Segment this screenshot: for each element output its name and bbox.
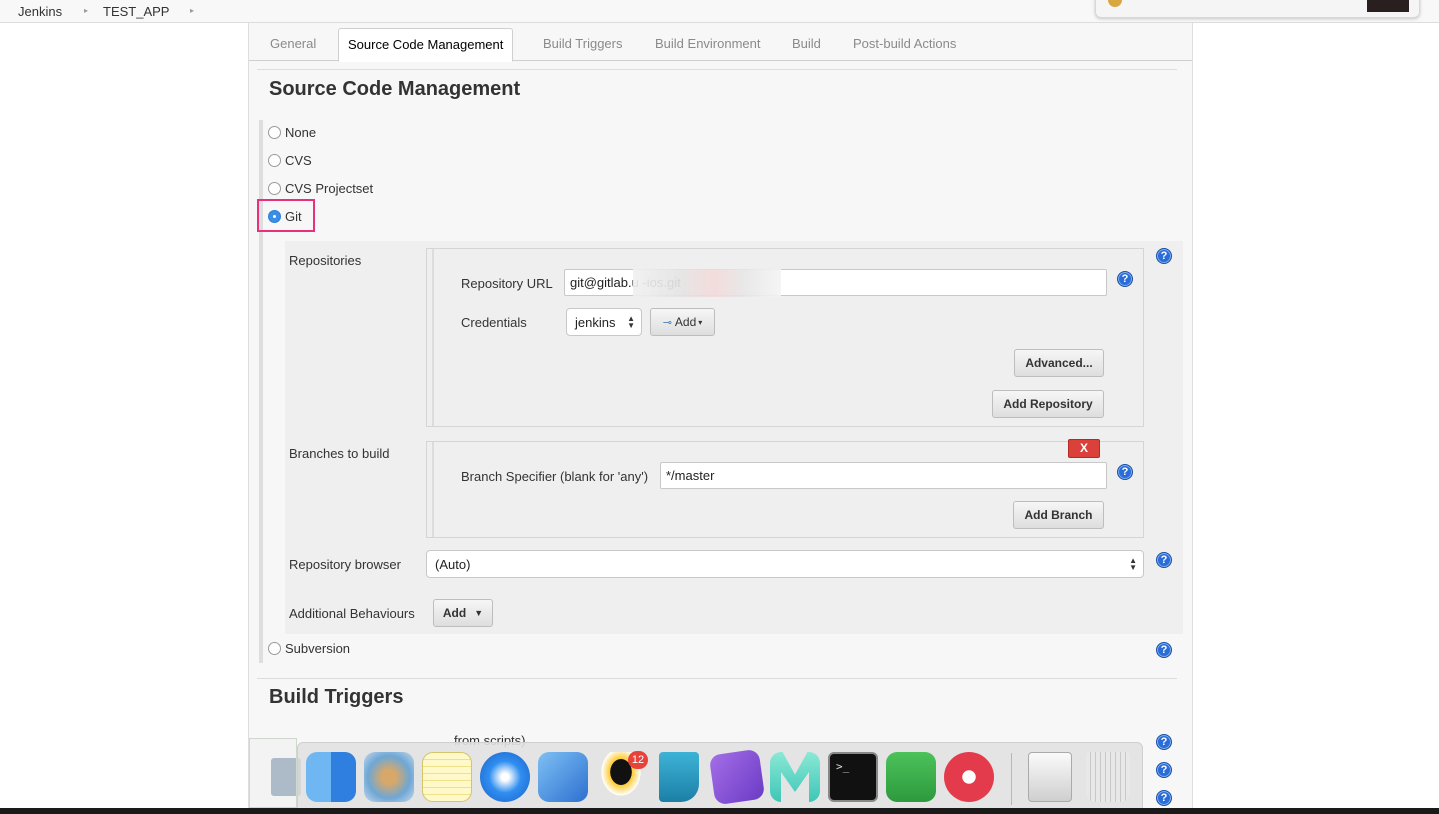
radio-label: None <box>285 124 317 140</box>
radio-none[interactable] <box>268 125 281 139</box>
m-app-icon[interactable] <box>770 752 820 802</box>
tab-general[interactable]: General <box>270 36 316 51</box>
redacted-url-part <box>633 269 781 297</box>
delete-branch-button[interactable]: X <box>1068 439 1100 458</box>
trash-icon[interactable] <box>1086 752 1130 802</box>
scm-option-none[interactable]: None <box>268 122 316 142</box>
section-divider <box>257 69 1177 70</box>
config-tabs: General Source Code Management Build Tri… <box>249 23 1192 62</box>
notification-thumbnail <box>1367 0 1409 12</box>
tab-build[interactable]: Build <box>792 36 821 51</box>
build-triggers-title: Build Triggers <box>269 686 404 708</box>
tab-post-build-actions[interactable]: Post-build Actions <box>853 36 956 51</box>
scm-section-title: Source Code Management <box>269 78 521 100</box>
credentials-value: jenkins <box>575 315 616 330</box>
dropdown-caret-icon: ▾ <box>698 317 703 327</box>
help-icon[interactable]: ? <box>1117 464 1133 480</box>
additional-behaviours-label: Additional Behaviours <box>289 606 415 621</box>
help-icon[interactable]: ? <box>1156 552 1172 568</box>
breadcrumb-jenkins[interactable]: Jenkins <box>18 4 62 19</box>
qq-badge: 12 <box>628 751 648 769</box>
help-icon[interactable]: ? <box>1156 248 1172 264</box>
pocket-icon[interactable] <box>944 752 994 802</box>
evernote-icon[interactable] <box>886 752 936 802</box>
tab-build-environment[interactable]: Build Environment <box>655 36 761 51</box>
finder-icon[interactable] <box>306 752 356 802</box>
dock-separator <box>1011 753 1012 805</box>
omnifocus-icon[interactable] <box>708 748 766 806</box>
repositories-label: Repositories <box>289 253 362 268</box>
notification-app-icon <box>1108 0 1122 7</box>
repository-browser-select[interactable]: (Auto) ▲ ▼ <box>426 550 1144 578</box>
radio-cvs-projectset[interactable] <box>268 181 281 195</box>
radio-subversion[interactable] <box>268 641 281 655</box>
mail-icon[interactable] <box>364 752 414 802</box>
select-arrows-icon: ▲ ▼ <box>1129 556 1137 572</box>
help-icon[interactable]: ? <box>1156 642 1172 658</box>
add-credentials-button[interactable]: ⊸ Add ▾ <box>650 308 715 336</box>
add-behaviour-label: Add <box>442 606 467 620</box>
tab-build-triggers[interactable]: Build Triggers <box>543 36 622 51</box>
key-icon: ⊸ <box>662 316 672 329</box>
repository-browser-label: Repository browser <box>289 557 401 572</box>
dropdown-caret-icon: ▼ <box>474 608 484 618</box>
branch-specifier-label: Branch Specifier (blank for 'any') <box>461 469 649 484</box>
scm-option-cvs[interactable]: CVS <box>268 150 312 170</box>
breadcrumb-arrow-icon[interactable]: ▸ <box>84 6 88 15</box>
notification-banner[interactable] <box>1095 0 1420 18</box>
git-highlight-box <box>257 199 315 232</box>
help-icon[interactable]: ? <box>1156 734 1172 750</box>
radio-label: Subversion <box>285 640 351 656</box>
tab-source-code-management[interactable]: Source Code Management <box>338 28 514 62</box>
radio-label: CVS Projectset <box>285 180 374 196</box>
credentials-select[interactable]: jenkins ▲ ▼ <box>566 308 642 336</box>
scm-option-cvs-projectset[interactable]: CVS Projectset <box>268 178 373 198</box>
screen-bottom-edge <box>0 808 1439 814</box>
breadcrumb-arrow-icon[interactable]: ▸ <box>190 6 194 15</box>
xcode-icon[interactable] <box>538 752 588 802</box>
section-divider <box>257 678 1177 679</box>
add-behaviour-button[interactable]: Add ▼ <box>433 599 493 627</box>
add-credentials-label: Add <box>674 315 697 329</box>
branches-label: Branches to build <box>289 446 390 461</box>
l-app-icon[interactable] <box>659 752 699 802</box>
notes-icon[interactable] <box>422 752 472 802</box>
select-arrows-icon: ▲ ▼ <box>627 314 635 330</box>
branch-specifier-input[interactable]: */master <box>660 462 1107 489</box>
repository-browser-value: (Auto) <box>435 557 471 572</box>
repository-url-label: Repository URL <box>461 276 553 291</box>
breadcrumb-job[interactable]: TEST_APP <box>103 4 169 19</box>
credentials-label: Credentials <box>461 315 527 330</box>
obscured-region <box>249 738 297 808</box>
document-icon[interactable] <box>1028 752 1072 802</box>
help-icon[interactable]: ? <box>1156 762 1172 778</box>
radio-label: CVS <box>285 152 312 168</box>
terminal-icon[interactable]: >_ <box>828 752 878 802</box>
scm-option-subversion[interactable]: Subversion <box>268 638 350 658</box>
advanced-button[interactable]: Advanced... <box>1014 349 1104 377</box>
safari-icon[interactable] <box>480 752 530 802</box>
radio-cvs[interactable] <box>268 153 281 167</box>
add-repository-button[interactable]: Add Repository <box>992 390 1104 418</box>
macos-dock: 12 >_ <box>297 742 1143 814</box>
help-icon[interactable]: ? <box>1156 790 1172 806</box>
help-icon[interactable]: ? <box>1117 271 1133 287</box>
add-branch-button[interactable]: Add Branch <box>1013 501 1104 529</box>
